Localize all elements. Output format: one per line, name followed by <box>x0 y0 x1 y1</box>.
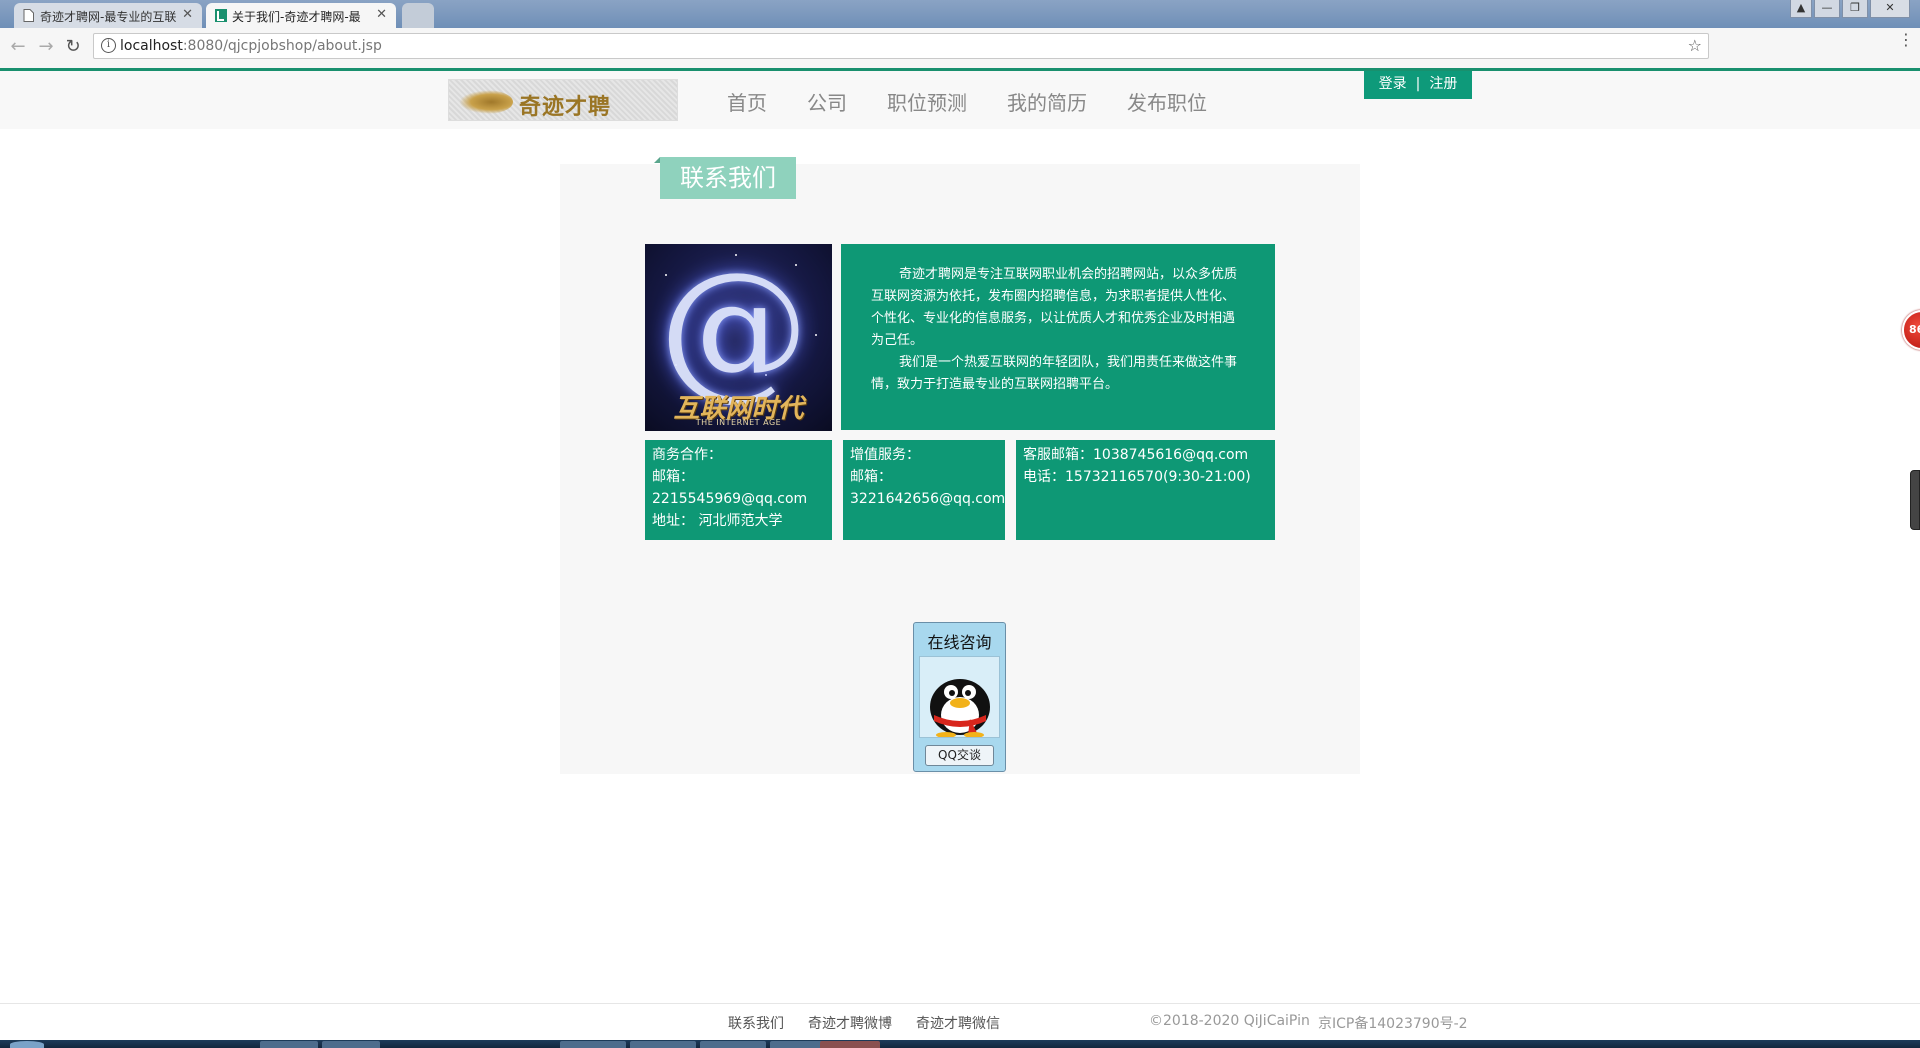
value-added-email-label: 邮箱： <box>850 469 892 485</box>
about-text-box: 奇迹才聘网是专注互联网职业机会的招聘网站，以众多优质互联网资源为依托，发布圈内招… <box>841 244 1275 430</box>
copyright-text: ©2018-2020 QiJiCaiPin <box>1149 1013 1310 1029</box>
business-email[interactable]: 2215545969@qq.com <box>652 488 825 510</box>
customer-service-box: 客服邮箱：1038745616@qq.com 电话：15732116570(9:… <box>1016 440 1275 540</box>
register-link[interactable]: 注册 <box>1429 71 1457 97</box>
value-added-email[interactable]: 3221642656@qq.com <box>850 488 1005 510</box>
side-panel-handle[interactable] <box>1910 470 1920 530</box>
footer-link-contact[interactable]: 联系我们 <box>728 1013 784 1033</box>
user-icon[interactable]: ▲ <box>1790 0 1812 18</box>
nav-item-post-job[interactable]: 发布职位 <box>1127 87 1207 116</box>
nav-item-home[interactable]: 首页 <box>727 87 767 116</box>
value-added-heading: 增值服务： <box>850 447 920 463</box>
about-paragraph: 奇迹才聘网是专注互联网职业机会的招聘网站，以众多优质互联网资源为依托，发布圈内招… <box>871 267 1238 348</box>
footer-link-weibo[interactable]: 奇迹才聘微博 <box>808 1013 892 1033</box>
info-icon[interactable]: i <box>101 38 116 53</box>
browser-tab-home[interactable]: 奇迹才聘网-最专业的互联 ✕ <box>14 3 202 28</box>
menu-dots-icon[interactable]: ⋮ <box>1898 32 1914 48</box>
site-header: 奇迹才聘 首页 公司 职位预测 我的简历 发布职位 登录 | 注册 <box>0 71 1920 129</box>
business-cooperation-box: 商务合作： 邮箱： 2215545969@qq.com 地址： 河北师范大学 <box>645 440 832 540</box>
browser-tab-about[interactable]: 关于我们-奇迹才聘网-最 ✕ <box>206 3 396 28</box>
about-paragraph: 我们是一个热爱互联网的年轻团队，我们用责任来做这件事情，致力于打造最专业的互联网… <box>871 355 1238 392</box>
address-bar[interactable]: i localhost:8080/qjcpjobshop/about.jsp ☆ <box>93 33 1709 59</box>
page-icon <box>23 9 34 22</box>
business-email-label: 邮箱： <box>652 469 694 485</box>
nav-item-job-forecast[interactable]: 职位预测 <box>887 87 967 116</box>
site-footer: 联系我们 奇迹才聘微博 奇迹才聘微信 ©2018-2020 QiJiCaiPin… <box>0 1003 1920 1040</box>
os-taskbar <box>0 1040 1920 1048</box>
logo-mark-icon <box>459 90 513 114</box>
qq-penguin-icon <box>919 656 1000 738</box>
browser-toolbar: ← → ↻ i localhost:8080/qjcpjobshop/about… <box>0 28 1920 68</box>
url-text: localhost:8080/qjcpjobshop/about.jsp <box>120 38 382 54</box>
nav-item-company[interactable]: 公司 <box>807 87 847 116</box>
login-link[interactable]: 登录 <box>1379 71 1407 97</box>
nav-item-my-resume[interactable]: 我的简历 <box>1007 87 1087 116</box>
business-address: 地址： 河北师范大学 <box>652 513 783 529</box>
auth-box: 登录 | 注册 <box>1364 71 1472 99</box>
support-email[interactable]: 客服邮箱：1038745616@qq.com <box>1023 444 1268 466</box>
internet-age-image: @ 互联网时代 THE INTERNET AGE <box>645 244 832 431</box>
footer-link-wechat[interactable]: 奇迹才聘微信 <box>916 1013 1000 1033</box>
minimize-icon[interactable]: — <box>1814 0 1840 18</box>
site-favicon-icon <box>215 9 227 22</box>
window-close-icon[interactable]: ✕ <box>1870 0 1910 18</box>
new-tab-button[interactable] <box>402 3 434 28</box>
restore-icon[interactable]: ❐ <box>1842 0 1868 18</box>
online-consult-widget: 在线咨询 QQ交谈 <box>913 622 1006 772</box>
value-added-box: 增值服务： 邮箱： 3221642656@qq.com <box>843 440 1005 540</box>
page-title: 联系我们 <box>660 157 796 199</box>
bookmark-star-icon[interactable]: ☆ <box>1688 36 1702 55</box>
business-heading: 商务合作： <box>652 447 722 463</box>
notification-badge[interactable]: 86 <box>1902 310 1920 350</box>
qq-chat-button[interactable]: QQ交谈 <box>925 745 994 766</box>
back-arrow-icon[interactable]: ← <box>8 37 28 57</box>
reload-icon[interactable]: ↻ <box>63 37 83 57</box>
support-phone: 电话：15732116570(9:30-21:00) <box>1023 469 1251 485</box>
qq-widget-title: 在线咨询 <box>927 633 992 652</box>
browser-tab-title: 奇迹才聘网-最专业的互联 <box>40 10 177 24</box>
close-icon[interactable]: ✕ <box>182 7 193 22</box>
auth-separator: | <box>1415 76 1421 92</box>
logo-text: 奇迹才聘 <box>519 94 612 120</box>
browser-tab-title: 关于我们-奇迹才聘网-最 <box>232 10 361 24</box>
browser-tab-strip: 奇迹才聘网-最专业的互联 ✕ 关于我们-奇迹才聘网-最 ✕ ▲ — ❐ ✕ <box>0 0 1920 28</box>
site-logo[interactable]: 奇迹才聘 <box>448 79 678 121</box>
forward-arrow-icon[interactable]: → <box>36 37 56 57</box>
icp-text: 京ICP备14023790号-2 <box>1318 1016 1468 1032</box>
close-icon[interactable]: ✕ <box>376 7 387 22</box>
image-subcaption: THE INTERNET AGE <box>695 418 782 427</box>
